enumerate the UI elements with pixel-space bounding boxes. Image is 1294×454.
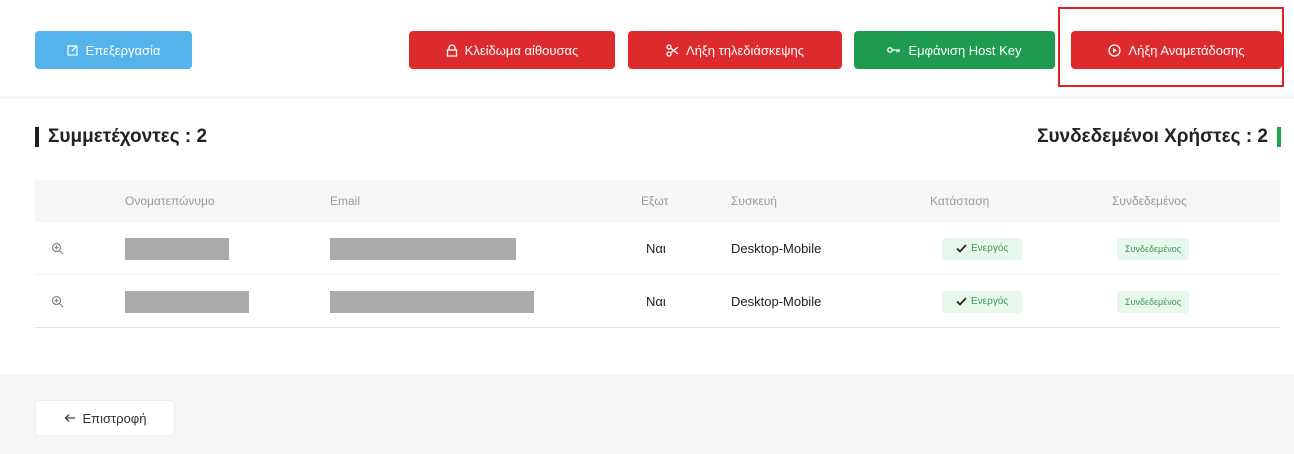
status-badge: Ενεργός bbox=[942, 290, 1023, 313]
check-icon bbox=[956, 297, 967, 306]
connected-users-title: Συνδεδεμένοι Χρήστες : 2 bbox=[1037, 126, 1268, 147]
column-header-connected: Συνδεδεμένος bbox=[1112, 194, 1187, 208]
table-row: Ναι Desktop-Mobile Ενεργός Συνδεδεμένος bbox=[35, 222, 1280, 275]
table-row: Ναι Desktop-Mobile Ενεργός Συνδεδεμένος bbox=[35, 275, 1280, 328]
back-button[interactable]: Επιστροφή bbox=[35, 400, 175, 436]
email-cell bbox=[330, 222, 516, 275]
end-conference-label: Λήξη τηλεδιάσκεψης bbox=[686, 42, 804, 58]
connected-badge: Συνδεδεμένος bbox=[1117, 237, 1190, 260]
show-host-key-button[interactable]: Εμφάνιση Host Key bbox=[854, 31, 1055, 69]
external-cell: Ναι bbox=[646, 294, 666, 309]
connected-cell: Συνδεδεμένος bbox=[1117, 222, 1190, 275]
end-conference-button[interactable]: Λήξη τηλεδιάσκεψης bbox=[628, 31, 842, 69]
participants-title: Συμμετέχοντες : 2 bbox=[48, 126, 208, 147]
redacted-name bbox=[125, 290, 249, 313]
edit-button[interactable]: Επεξεργασία bbox=[35, 31, 192, 69]
table-header: Ονοματεπώνυμο Email Εξωτ Συσκευή Κατάστα… bbox=[35, 180, 1280, 222]
lock-room-button[interactable]: Κλείδωμα αίθουσας bbox=[409, 31, 615, 69]
name-cell bbox=[125, 222, 229, 275]
zoom-in-icon[interactable] bbox=[51, 295, 64, 308]
zoom-in-icon[interactable] bbox=[51, 242, 64, 255]
column-header-email: Email bbox=[330, 194, 361, 208]
lock-room-label: Κλείδωμα αίθουσας bbox=[464, 42, 579, 58]
edit-button-label: Επεξεργασία bbox=[85, 42, 161, 58]
column-header-external: Εξωτ bbox=[641, 194, 669, 208]
status-cell: Ενεργός bbox=[942, 222, 1023, 275]
highlight-outline bbox=[1058, 7, 1284, 87]
action-toolbar: Επεξεργασία Κλείδωμα αίθουσας Λήξη τηλεδ… bbox=[0, 0, 1294, 98]
column-header-fullname: Ονοματεπώνυμο bbox=[125, 194, 215, 208]
redacted-email bbox=[330, 290, 534, 313]
external-cell: Ναι bbox=[646, 241, 666, 256]
lock-icon bbox=[446, 43, 457, 57]
email-cell bbox=[330, 275, 534, 328]
redacted-email bbox=[330, 237, 516, 260]
back-label: Επιστροφή bbox=[82, 410, 147, 426]
check-icon bbox=[956, 244, 967, 253]
connected-users-header: Συνδεδεμένοι Χρήστες : 2 bbox=[1037, 126, 1281, 148]
arrow-left-icon bbox=[64, 414, 75, 422]
participants-table: Ονοματεπώνυμο Email Εξωτ Συσκευή Κατάστα… bbox=[35, 180, 1280, 328]
name-cell bbox=[125, 275, 249, 328]
device-cell: Desktop-Mobile bbox=[731, 241, 822, 256]
key-icon bbox=[887, 47, 901, 53]
participants-header: Συμμετέχοντες : 2 bbox=[35, 126, 207, 148]
show-host-key-label: Εμφάνιση Host Key bbox=[908, 42, 1022, 58]
edit-icon bbox=[66, 45, 78, 56]
redacted-name bbox=[125, 237, 229, 260]
status-label: Ενεργός bbox=[971, 296, 1009, 307]
column-header-device: Συσκευή bbox=[731, 194, 777, 208]
status-label: Ενεργός bbox=[971, 243, 1009, 254]
connected-cell: Συνδεδεμένος bbox=[1117, 275, 1190, 328]
status-cell: Ενεργός bbox=[942, 275, 1023, 328]
column-header-status: Κατάσταση bbox=[930, 194, 990, 208]
connected-badge: Συνδεδεμένος bbox=[1117, 290, 1190, 313]
section-accent-bar-green bbox=[1277, 127, 1281, 147]
scissors-icon bbox=[666, 43, 679, 57]
footer-bar bbox=[0, 374, 1294, 454]
section-accent-bar bbox=[35, 127, 39, 147]
device-cell: Desktop-Mobile bbox=[731, 294, 822, 309]
status-badge: Ενεργός bbox=[942, 237, 1023, 260]
